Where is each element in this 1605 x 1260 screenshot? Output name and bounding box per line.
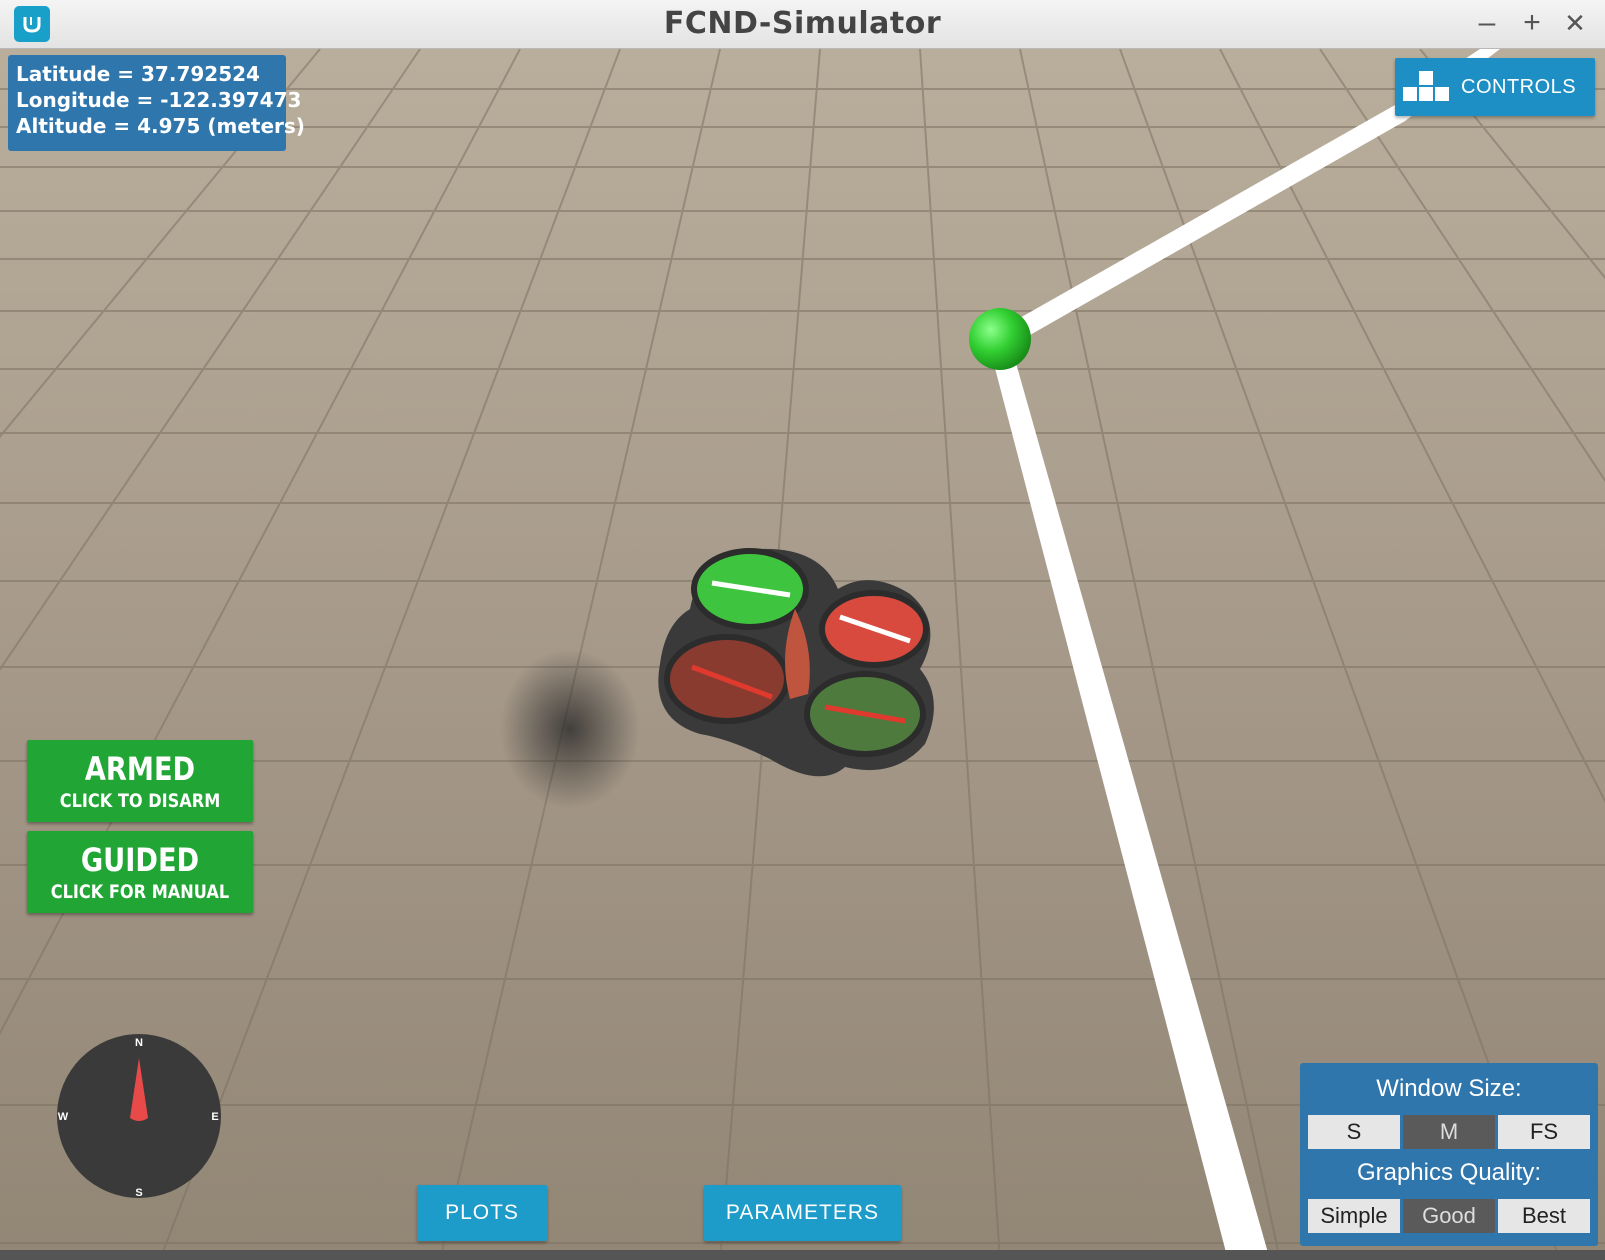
armed-toggle-button[interactable]: ARMED CLICK TO DISARM bbox=[27, 740, 253, 822]
compass: N E S W bbox=[55, 1032, 223, 1200]
simulator-window: FCND-Simulator – + ✕ Latitude = 37.79252… bbox=[0, 0, 1605, 1260]
maximize-button[interactable]: + bbox=[1515, 6, 1549, 40]
graphics-best-button[interactable]: Best bbox=[1498, 1199, 1590, 1233]
window-size-label: Window Size: bbox=[1376, 1075, 1522, 1102]
compass-north: N bbox=[135, 1037, 143, 1049]
graphics-simple-button[interactable]: Simple bbox=[1308, 1199, 1400, 1233]
latitude-readout: Latitude = 37.792524 bbox=[16, 62, 260, 86]
close-button[interactable]: ✕ bbox=[1558, 6, 1592, 40]
guided-toggle-button[interactable]: GUIDED CLICK FOR MANUAL bbox=[27, 831, 253, 913]
window-size-m-button[interactable]: M bbox=[1403, 1115, 1495, 1149]
compass-west: W bbox=[58, 1111, 69, 1123]
window-size-s-button[interactable]: S bbox=[1308, 1115, 1400, 1149]
controls-blocks-icon bbox=[1403, 71, 1449, 101]
altitude-readout: Altitude = 4.975 (meters) bbox=[16, 114, 305, 138]
window-title: FCND-Simulator bbox=[663, 6, 942, 41]
window-size-selector: S M FS bbox=[1308, 1115, 1590, 1149]
window-size-fs-button[interactable]: FS bbox=[1498, 1115, 1590, 1149]
graphics-good-button[interactable]: Good bbox=[1403, 1199, 1495, 1233]
guided-title: GUIDED bbox=[80, 841, 200, 879]
controls-button[interactable]: CONTROLS bbox=[1395, 58, 1595, 116]
armed-subtitle: CLICK TO DISARM bbox=[59, 790, 221, 812]
minimize-button[interactable]: – bbox=[1470, 6, 1504, 40]
graphics-quality-label: Graphics Quality: bbox=[1356, 1159, 1542, 1186]
compass-east: E bbox=[211, 1111, 218, 1123]
compass-south: S bbox=[135, 1187, 142, 1199]
plots-button[interactable]: PLOTS bbox=[417, 1185, 547, 1241]
title-bar[interactable]: FCND-Simulator – + ✕ bbox=[0, 0, 1605, 49]
graphics-quality-selector: Simple Good Best bbox=[1308, 1199, 1590, 1233]
guided-subtitle: CLICK FOR MANUAL bbox=[50, 881, 230, 903]
window-bottom-border bbox=[0, 1250, 1605, 1260]
drone-shadow bbox=[500, 649, 640, 809]
telemetry-panel: Latitude = 37.792524 Longitude = -122.39… bbox=[8, 55, 305, 151]
controls-label: CONTROLS bbox=[1461, 75, 1577, 98]
parameters-button[interactable]: PARAMETERS bbox=[704, 1185, 901, 1241]
settings-panel: Window Size: S M FS Graphics Quality: Si… bbox=[1300, 1063, 1598, 1246]
waypoint-marker bbox=[969, 308, 1031, 370]
armed-title: ARMED bbox=[84, 750, 196, 788]
longitude-readout: Longitude = -122.397473 bbox=[16, 88, 302, 112]
